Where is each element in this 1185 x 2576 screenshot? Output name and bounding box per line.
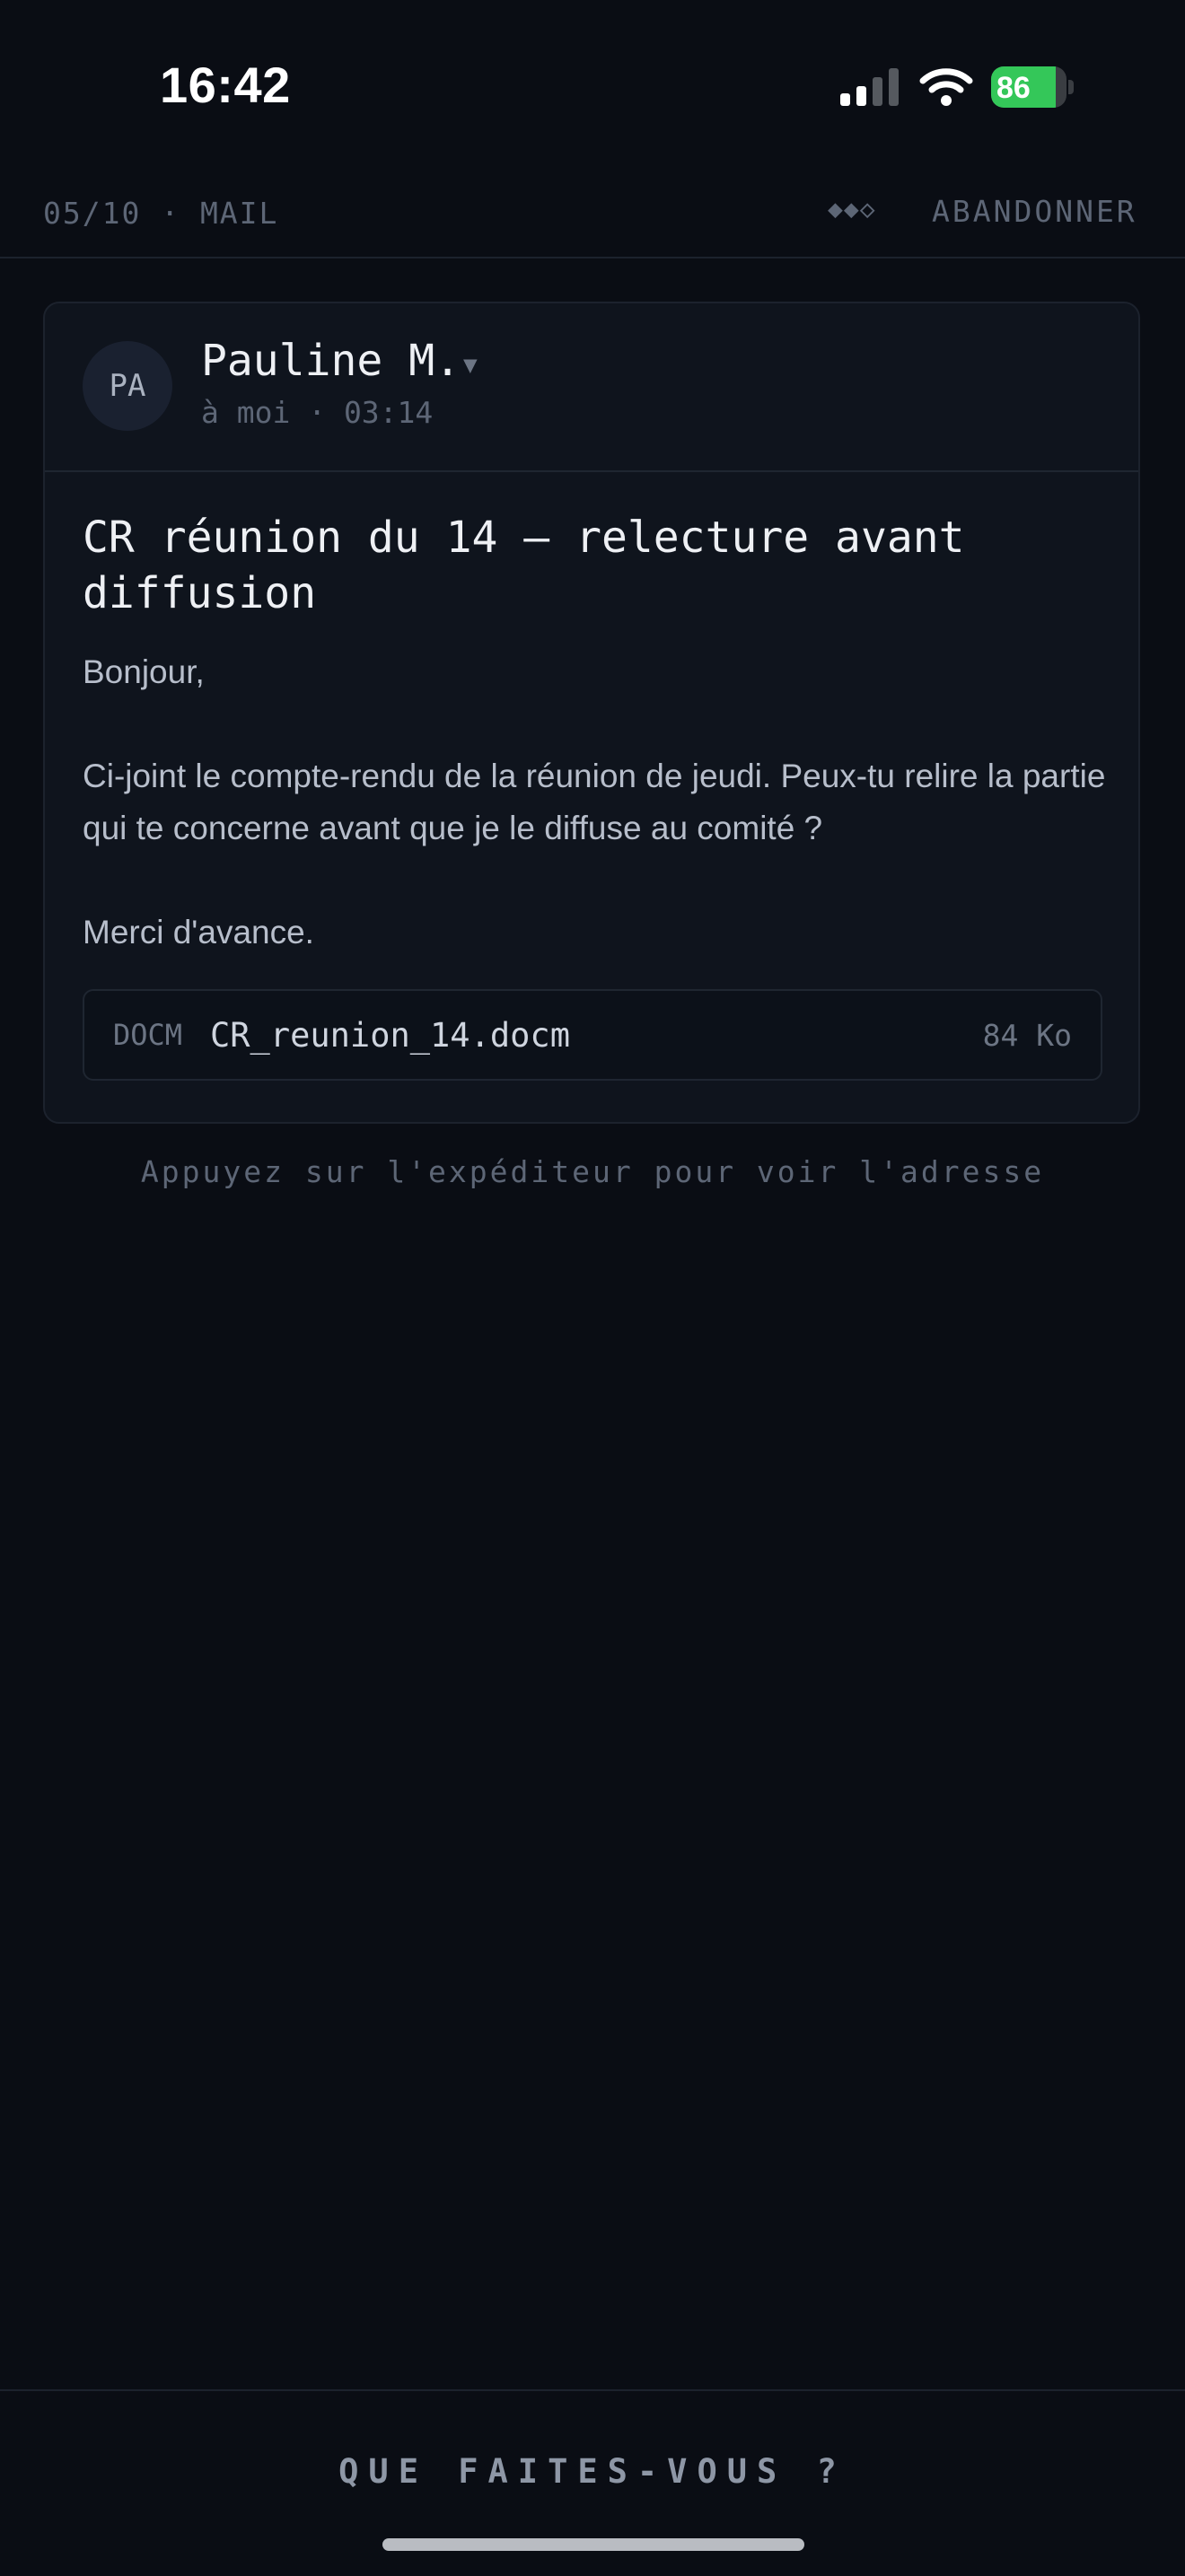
- progress-label: 05/10 · MAIL: [43, 196, 279, 231]
- attachment-type: DOCM: [113, 1018, 183, 1052]
- status-time: 16:42: [160, 57, 291, 113]
- mail-body: Ci-joint le compte-rendu de la réunion d…: [83, 758, 1106, 846]
- battery-cap: [1068, 80, 1074, 94]
- status-bar: 16:42 86: [0, 0, 1185, 171]
- attachment-name: CR_reunion_14.docm: [210, 1016, 570, 1055]
- sender-name[interactable]: Pauline M.: [201, 336, 461, 386]
- mail-subject: CR réunion du 14 — relecture avant diffu…: [83, 513, 965, 618]
- mail-meta: à moi · 03:14: [201, 395, 434, 430]
- avatar: PA: [83, 341, 172, 431]
- action-prompt: QUE FAITES-VOUS ?: [338, 2452, 847, 2491]
- wifi-icon: [919, 68, 973, 106]
- chevron-down-icon[interactable]: ▼: [463, 352, 478, 379]
- home-indicator[interactable]: [382, 2538, 804, 2551]
- mail-signoff: Merci d'avance.: [83, 914, 314, 951]
- attachment[interactable]: DOCM CR_reunion_14.docm 84 Ko: [83, 989, 1102, 1081]
- battery-body: 86: [991, 66, 1066, 108]
- abandon-button[interactable]: ABANDONNER: [932, 194, 1137, 229]
- top-bar: 05/10 · MAIL ◆◆◇ ABANDONNER: [0, 171, 1185, 258]
- mail-greeting: Bonjour,: [83, 653, 205, 690]
- battery-level: 86: [996, 71, 1031, 105]
- battery-charging-icon: 86: [991, 66, 1077, 108]
- mail-card: PA Pauline M. ▼ à moi · 03:14 CR réunion…: [43, 302, 1140, 1124]
- difficulty-indicator: ◆◆◇: [828, 194, 876, 223]
- hint-text: Appuyez sur l'expéditeur pour voir l'adr…: [140, 1154, 1045, 1189]
- attachment-size: 84 Ko: [982, 1018, 1072, 1053]
- sender-row[interactable]: PA Pauline M. ▼ à moi · 03:14: [45, 303, 1138, 472]
- signal-icon: [840, 68, 899, 106]
